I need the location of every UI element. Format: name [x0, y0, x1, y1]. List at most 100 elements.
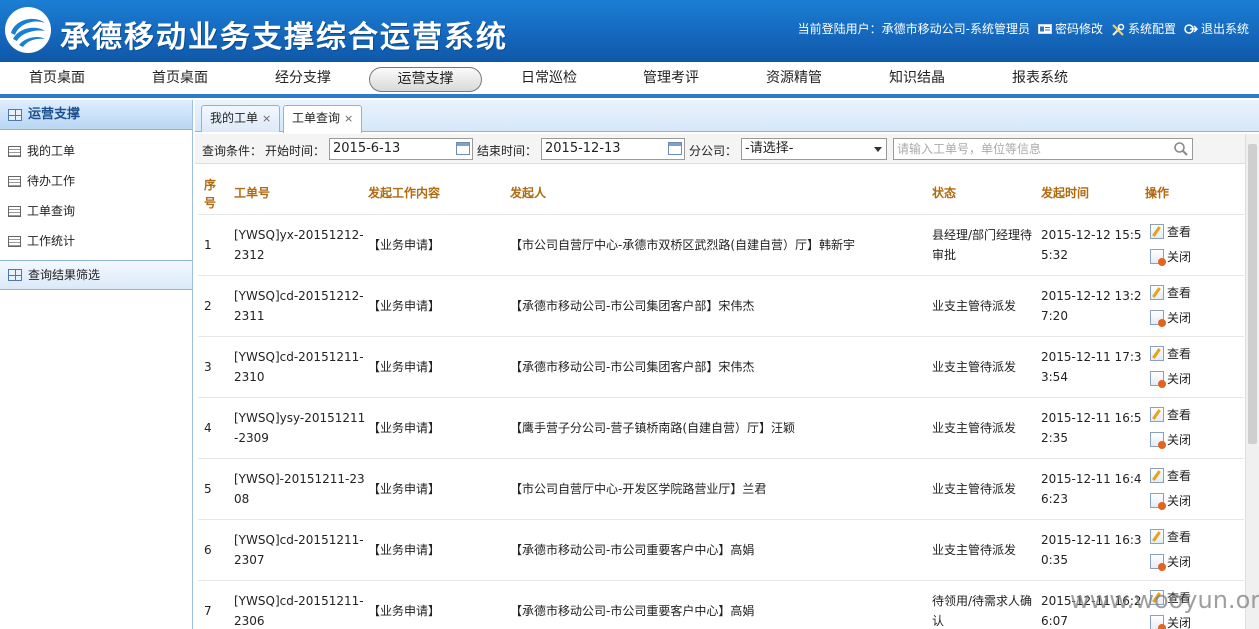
- scrollbar[interactable]: [1245, 134, 1259, 629]
- list-icon: [8, 175, 21, 187]
- search-icon[interactable]: [1173, 141, 1189, 157]
- close-action[interactable]: 关闭: [1150, 492, 1192, 510]
- ticket-no-line-2: 2312: [234, 248, 265, 262]
- col-index-2: 号: [204, 196, 217, 210]
- nav-item-management-evaluation[interactable]: 管理考评: [628, 67, 714, 92]
- status-line-2: 审批: [932, 248, 957, 262]
- sidebar-item-my-tickets[interactable]: 我的工单: [0, 136, 192, 166]
- row-index: 7: [204, 604, 212, 618]
- calendar-icon[interactable]: [668, 142, 682, 155]
- branch-select[interactable]: -请选择-: [741, 138, 887, 160]
- close-icon[interactable]: ×: [344, 112, 353, 125]
- calendar-icon[interactable]: [456, 142, 470, 155]
- sidebar-item-work-stats[interactable]: 工作统计: [0, 226, 192, 256]
- nav-item-home-desk[interactable]: 首页桌面: [14, 67, 100, 92]
- work-content: 【业务申请】: [368, 543, 441, 557]
- work-content: 【业务申请】: [368, 238, 441, 252]
- view-action[interactable]: 查看: [1150, 345, 1191, 362]
- tab-ticket-query[interactable]: 工单查询 ×: [283, 105, 363, 133]
- nav-item-report-system[interactable]: 报表系统: [997, 67, 1083, 92]
- close-icon[interactable]: ×: [262, 112, 271, 125]
- sidebar-item-todo[interactable]: 待办工作: [0, 166, 192, 196]
- view-action[interactable]: 查看: [1150, 284, 1191, 301]
- nav-item-daily-inspection[interactable]: 日常巡检: [506, 67, 592, 92]
- end-time-label: 结束时间：: [477, 144, 538, 158]
- sidebar-filter-label: 查询结果筛选: [28, 267, 101, 282]
- close-action[interactable]: 关闭: [1150, 248, 1191, 266]
- row-index: 1: [204, 238, 212, 252]
- time-line-2: 6:23: [1041, 492, 1068, 506]
- view-action[interactable]: 查看: [1150, 467, 1191, 484]
- status-line-1: 县经理/部门经理待: [932, 228, 1033, 242]
- query-conditions-label: 查询条件：: [202, 144, 263, 158]
- status-line-1: 业支主管待派发: [932, 543, 1017, 557]
- filter-grid-icon: [8, 269, 22, 281]
- initiator: 【市公司自营厅中心-开发区学院路营业厅】兰君: [510, 482, 767, 496]
- password-change-link[interactable]: 密码修改: [1037, 20, 1103, 37]
- close-action[interactable]: 关闭: [1150, 614, 1191, 629]
- system-config-link[interactable]: 系统配置: [1111, 20, 1176, 37]
- close-label: 关闭: [1167, 372, 1192, 386]
- nav-item-home-desk-2[interactable]: 首页桌面: [137, 67, 223, 92]
- view-action[interactable]: 查看: [1150, 223, 1191, 240]
- time-line-1: 2015-12-11 17:3: [1041, 350, 1142, 364]
- close-label: 关闭: [1167, 494, 1192, 508]
- status-line-2: 认: [932, 614, 945, 628]
- china-mobile-logo-icon: [5, 7, 51, 53]
- view-action[interactable]: 查看: [1150, 528, 1191, 545]
- tab-my-tickets[interactable]: 我的工单 ×: [201, 105, 281, 132]
- start-time-input[interactable]: 2015-6-13: [329, 138, 473, 160]
- sidebar-result-filter[interactable]: 查询结果筛选: [0, 261, 192, 290]
- initiator: 【承德市移动公司-市公司重要客户中心】高娟: [510, 604, 755, 618]
- nav-item-resource-management[interactable]: 资源精管: [751, 67, 837, 92]
- col-status: 状态: [932, 186, 957, 200]
- table-header: 序 号 工单号 发起工作内容 发起人 状态 发起时间 操作: [198, 170, 1244, 214]
- initiator: 【市公司自营厅中心-承德市双桥区武烈路(自建自营）厅】韩新宇: [510, 238, 856, 252]
- logout-link[interactable]: 退出系统: [1184, 20, 1249, 37]
- edit-document-icon: [1150, 468, 1164, 483]
- table-row: 6 [YWSQ]cd-20151211- 2307 【业务申请】 【承德市移动公司-市公…: [198, 519, 1244, 580]
- time-line-1: 2015-12-11 16:5: [1041, 411, 1142, 425]
- logout-icon: [1184, 23, 1199, 35]
- scrollbar-thumb[interactable]: [1248, 144, 1257, 444]
- ticket-no-line-1: [YWSQ]cd-20151212-: [234, 289, 364, 303]
- row-index: 6: [204, 543, 212, 557]
- edit-document-icon: [1150, 529, 1164, 544]
- col-ticket-no: 工单号: [234, 186, 271, 200]
- nav-item-analysis-support[interactable]: 经分支撑: [260, 67, 346, 92]
- col-time: 发起时间: [1041, 186, 1090, 200]
- ticket-no-line-1: [YWSQ]-20151211-23: [234, 472, 365, 486]
- col-content: 发起工作内容: [368, 186, 441, 200]
- close-action[interactable]: 关闭: [1150, 431, 1191, 449]
- time-line-1: 2015-12-12 13:2: [1041, 289, 1142, 303]
- sidebar-item-label: 工作统计: [27, 234, 76, 248]
- close-action[interactable]: 关闭: [1150, 553, 1192, 571]
- app-header: 承德移动业务支撑综合运营系统 当前登陆用户：承德市移动公司-系统管理员 密码修改…: [0, 0, 1259, 62]
- list-icon: [8, 145, 21, 157]
- edit-document-icon: [1150, 407, 1164, 422]
- search-input[interactable]: 请输入工单号，单位等信息: [893, 138, 1193, 160]
- close-action[interactable]: 关闭: [1150, 309, 1191, 327]
- end-time-input[interactable]: 2015-12-13: [541, 138, 685, 160]
- user-bar: 当前登陆用户：承德市移动公司-系统管理员 密码修改 系统配置 退出系统: [798, 20, 1249, 37]
- col-actions: 操作: [1145, 186, 1170, 200]
- work-content: 【业务申请】: [368, 604, 441, 618]
- nav-item-operation-support[interactable]: 运营支撑: [369, 67, 482, 92]
- row-index: 3: [204, 360, 212, 374]
- grid-icon: [8, 108, 22, 121]
- close-action[interactable]: 关闭: [1150, 370, 1192, 388]
- sidebar-item-ticket-query[interactable]: 工单查询: [0, 196, 192, 226]
- view-action[interactable]: 查看: [1150, 406, 1191, 423]
- time-line-2: 2:35: [1041, 431, 1068, 445]
- tools-icon: [1111, 23, 1125, 36]
- chevron-down-icon: [874, 147, 882, 152]
- sidebar-section-title[interactable]: 运营支撑: [0, 100, 192, 130]
- ticket-no-line-2: -2309: [234, 431, 269, 445]
- ticket-no-line-2: 2307: [234, 553, 265, 567]
- time-line-1: 2015-12-11 16:3: [1041, 533, 1142, 547]
- nav-item-knowledge[interactable]: 知识结晶: [874, 67, 960, 92]
- view-label: 查看: [1167, 408, 1192, 422]
- initiator: 【鹰手营子分公司-营子镇桥南路(自建自营）厅】汪颖: [510, 421, 796, 435]
- close-label: 关闭: [1167, 555, 1192, 569]
- work-content: 【业务申请】: [368, 482, 441, 496]
